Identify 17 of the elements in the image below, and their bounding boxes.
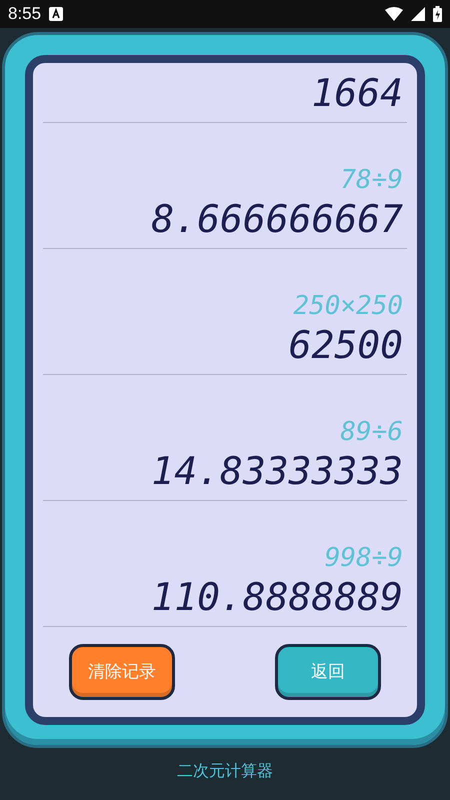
result-text: 8.666666667: [151, 196, 403, 242]
status-time: 8:55: [8, 3, 42, 26]
result-text: 14.83333333: [151, 448, 403, 494]
expression-text: 78÷9: [340, 164, 403, 196]
expression-text: 998÷9: [324, 542, 403, 574]
battery-icon: [433, 6, 442, 22]
result-text: 1664: [311, 70, 403, 116]
app-title: 二次元计算器: [177, 762, 273, 782]
result-text: 62500: [288, 322, 403, 368]
result-text: 110.8888889: [151, 574, 403, 620]
expression-text: 250×250: [293, 290, 403, 322]
expression-text: 89÷6: [340, 416, 403, 448]
clear-history-button[interactable]: 清除记录: [69, 644, 175, 700]
signal-icon: [411, 7, 425, 21]
wifi-icon: [385, 7, 403, 21]
notification-icon: [49, 7, 64, 21]
back-button[interactable]: 返回: [275, 644, 381, 700]
